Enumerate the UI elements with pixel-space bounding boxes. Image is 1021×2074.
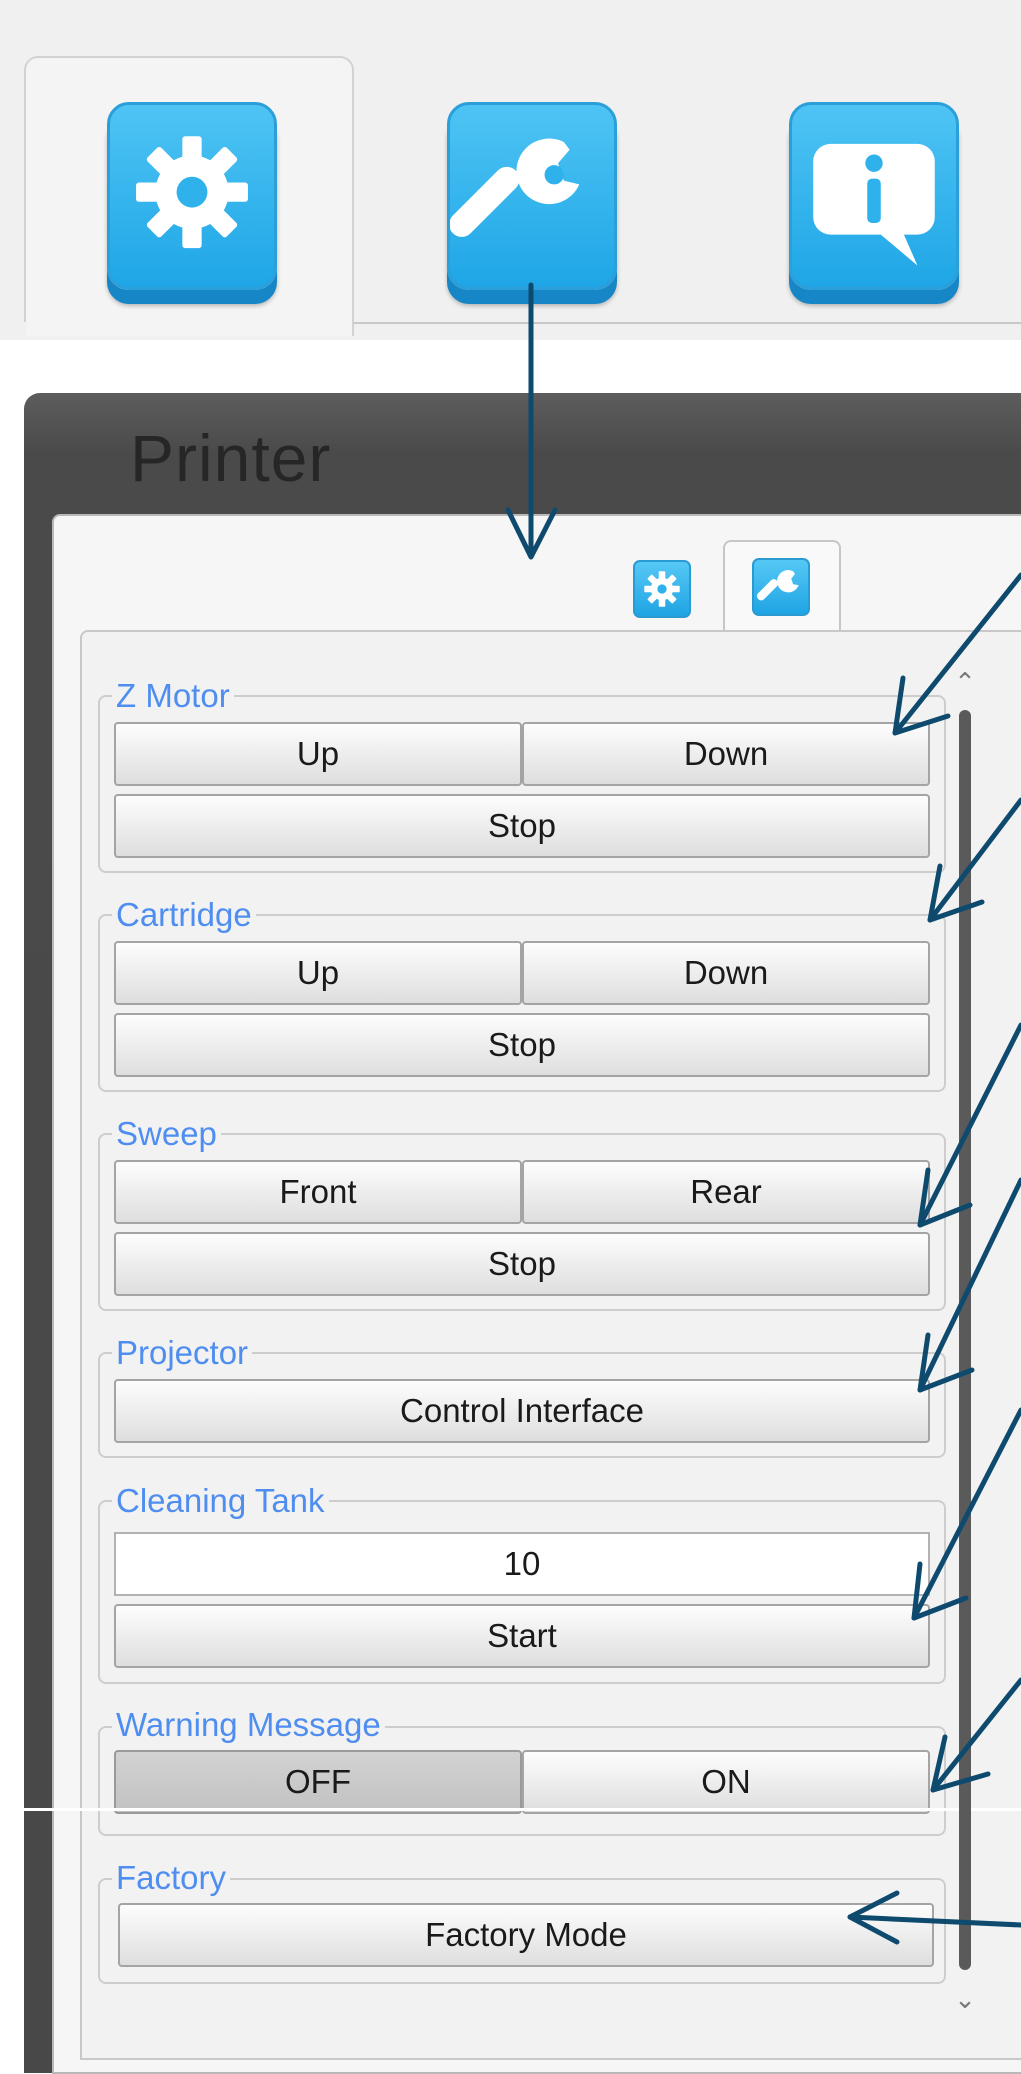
scrollbar-thumb[interactable] (959, 710, 971, 1970)
cleaning-tank-input[interactable]: 10 (114, 1532, 930, 1596)
scroll-down-icon[interactable]: ⌄ (952, 1985, 978, 2013)
window-title: Printer (130, 421, 332, 495)
wrench-icon[interactable] (752, 558, 810, 616)
cartridge-title: Cartridge (112, 895, 256, 935)
sweep-front-button[interactable]: Front (114, 1160, 522, 1224)
projector-control-interface-button[interactable]: Control Interface (114, 1379, 930, 1443)
z-motor-stop-button[interactable]: Stop (114, 794, 930, 858)
cartridge-stop-button[interactable]: Stop (114, 1013, 930, 1077)
screenshot-seam (0, 1808, 1021, 1811)
sweep-title: Sweep (112, 1114, 221, 1154)
z-motor-title: Z Motor (112, 676, 234, 716)
tab-edge (0, 322, 26, 336)
warning-off-toggle[interactable]: OFF (114, 1750, 522, 1814)
warning-on-toggle[interactable]: ON (522, 1750, 930, 1814)
sweep-stop-button[interactable]: Stop (114, 1232, 930, 1296)
gear-icon[interactable] (107, 102, 277, 290)
warning-message-title: Warning Message (112, 1705, 385, 1745)
factory-mode-button[interactable]: Factory Mode (118, 1903, 934, 1967)
info-icon[interactable] (789, 102, 959, 290)
z-motor-down-button[interactable]: Down (522, 722, 930, 786)
projector-title: Projector (112, 1333, 253, 1373)
cleaning-tank-start-button[interactable]: Start (114, 1604, 930, 1668)
cleaning-tank-title: Cleaning Tank (112, 1481, 329, 1521)
z-motor-up-button[interactable]: Up (114, 722, 522, 786)
cartridge-down-button[interactable]: Down (522, 941, 930, 1005)
cartridge-up-button[interactable]: Up (114, 941, 522, 1005)
wrench-icon[interactable] (447, 102, 617, 290)
sweep-rear-button[interactable]: Rear (522, 1160, 930, 1224)
factory-title: Factory (112, 1858, 231, 1898)
gear-icon[interactable] (633, 560, 691, 618)
scroll-up-icon[interactable]: ⌃ (952, 668, 978, 696)
